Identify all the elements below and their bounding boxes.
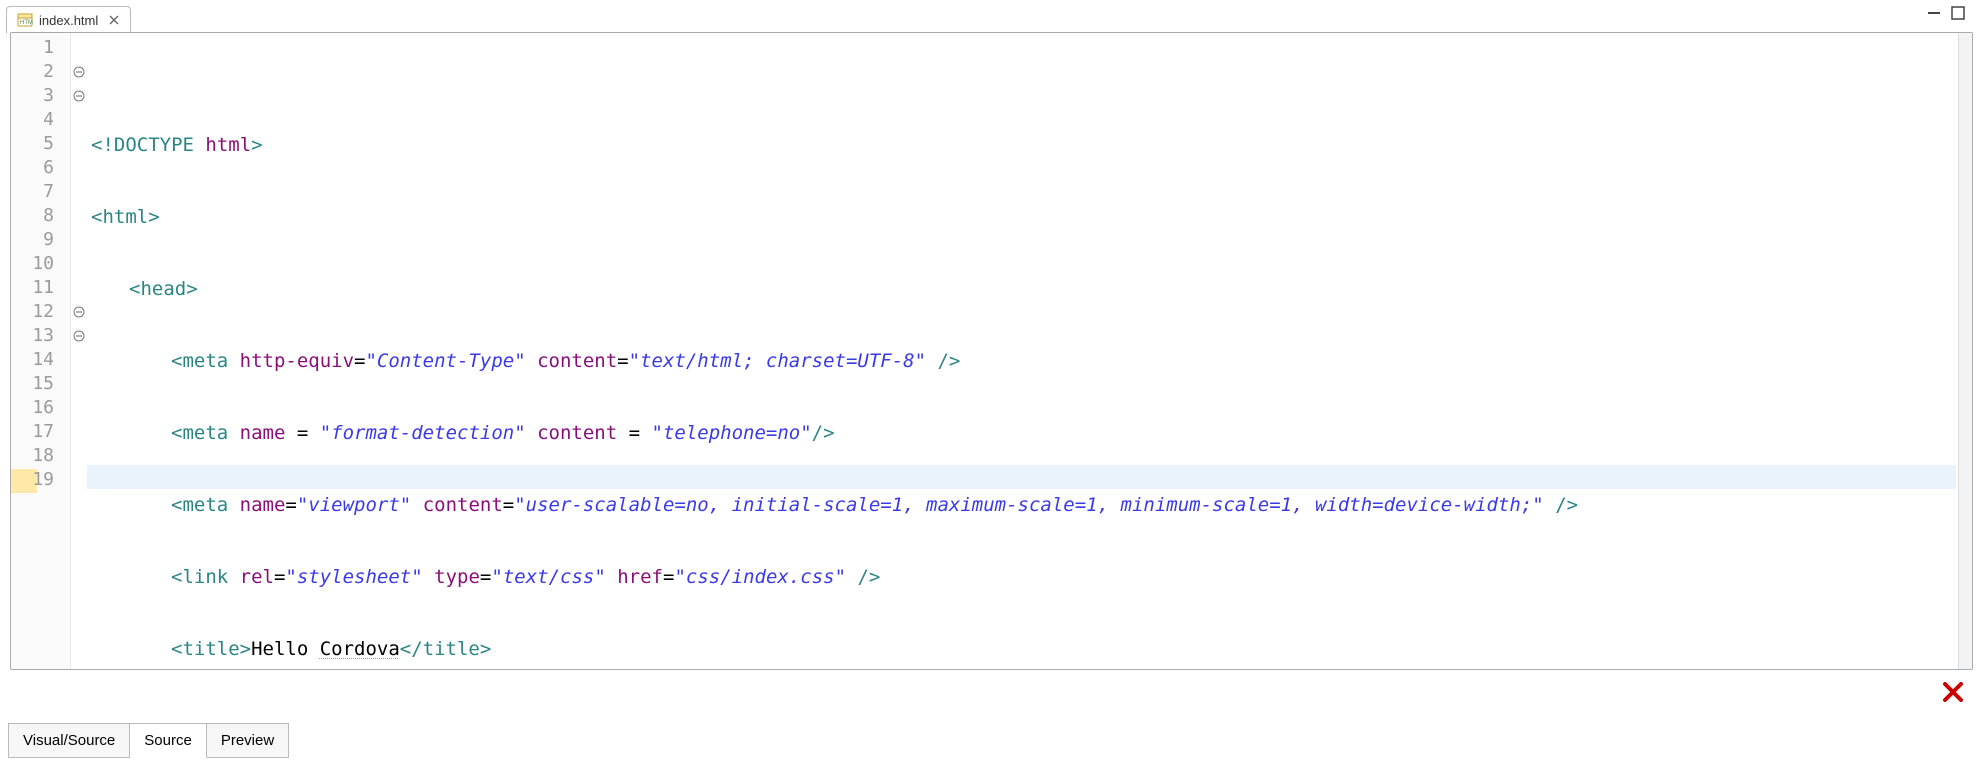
code-line: <head> [87, 277, 1956, 301]
line-number: 15 [24, 373, 54, 394]
code-line: <meta name = "format-detection" content … [87, 421, 1956, 445]
code-line: <meta name="viewport" content="user-scal… [87, 493, 1956, 517]
line-number: 7 [24, 181, 54, 202]
line-number: 4 [24, 109, 54, 130]
window-controls [1927, 6, 1965, 20]
fold-toggle-icon[interactable] [73, 330, 85, 342]
file-tab[interactable]: HTM index.html [6, 6, 131, 33]
line-number: 19 [24, 469, 54, 490]
overview-ruler[interactable] [1958, 33, 1972, 669]
code-line: <!DOCTYPE html> [87, 133, 1956, 157]
line-number: 17 [24, 421, 54, 442]
line-number: 16 [24, 397, 54, 418]
fold-toggle-icon[interactable] [73, 66, 85, 78]
editor-mode-tabs: Visual/Source Source Preview [8, 723, 289, 758]
tab-visual-source[interactable]: Visual/Source [8, 723, 130, 758]
current-line-highlight [87, 465, 1956, 489]
line-number: 12 [24, 301, 54, 322]
line-number: 13 [24, 325, 54, 346]
file-tab-title: index.html [39, 13, 98, 28]
code-editor[interactable]: <!DOCTYPE html> <html> <head> <meta http… [87, 33, 1956, 669]
minimize-icon[interactable] [1927, 6, 1941, 20]
error-close-icon[interactable] [1941, 680, 1965, 704]
close-icon[interactable] [108, 14, 120, 26]
line-number: 18 [24, 445, 54, 466]
line-number: 11 [24, 277, 54, 298]
code-line: <link rel="stylesheet" type="text/css" h… [87, 565, 1956, 589]
tab-source[interactable]: Source [130, 723, 207, 758]
line-number: 6 [24, 157, 54, 178]
fold-toggle-icon[interactable] [73, 90, 85, 102]
html-file-icon: HTM [17, 12, 33, 28]
line-number: 5 [24, 133, 54, 154]
code-line: <title>Hello Cordova</title> [87, 637, 1956, 661]
code-line: <meta http-equiv="Content-Type" content=… [87, 349, 1956, 373]
fold-toggle-icon[interactable] [73, 306, 85, 318]
line-number: 8 [24, 205, 54, 226]
line-number: 9 [24, 229, 54, 250]
svg-text:HTM: HTM [20, 20, 33, 26]
line-number: 10 [24, 253, 54, 274]
editor-tab-bar: HTM index.html [0, 0, 1983, 32]
fold-gutter [71, 33, 87, 669]
tab-preview[interactable]: Preview [207, 723, 289, 758]
line-number: 2 [24, 61, 54, 82]
line-number: 14 [24, 349, 54, 370]
editor-frame: 1 2 3 4 5 6 7 8 9 10 11 12 13 14 15 16 1… [10, 32, 1973, 670]
code-line: <html> [87, 205, 1956, 229]
line-number-gutter: 1 2 3 4 5 6 7 8 9 10 11 12 13 14 15 16 1… [11, 33, 71, 669]
line-number: 3 [24, 85, 54, 106]
line-number: 1 [24, 37, 54, 58]
maximize-icon[interactable] [1951, 6, 1965, 20]
